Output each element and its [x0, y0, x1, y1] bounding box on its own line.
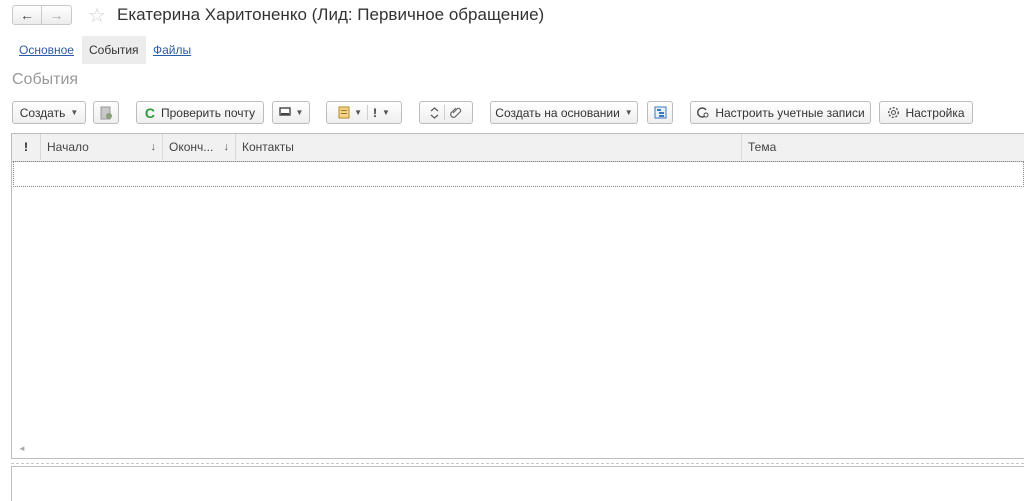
arrow-left-icon: ←: [20, 7, 34, 23]
document-gear-icon: [100, 106, 112, 119]
tab-files[interactable]: Файлы: [146, 36, 198, 64]
column-subject[interactable]: Тема: [742, 134, 1024, 160]
divider: [367, 105, 368, 120]
check-mail-button[interactable]: C Проверить почту: [136, 101, 264, 124]
sort-down-icon: ↓: [150, 141, 157, 153]
note-icon: [338, 106, 350, 119]
document-action-button[interactable]: [93, 101, 119, 124]
priority-icon: !: [373, 105, 377, 120]
configure-accounts-button[interactable]: Настроить учетные записи: [690, 101, 871, 124]
check-mail-label: Проверить почту: [160, 105, 256, 120]
table-row-focused-empty[interactable]: [13, 161, 1024, 187]
column-priority-label: !: [24, 140, 28, 154]
column-contacts[interactable]: Контакты: [236, 134, 742, 160]
structure-button[interactable]: [647, 101, 673, 124]
up-down-icon: [430, 106, 439, 119]
hierarchy-icon: [654, 106, 666, 119]
divider: [444, 105, 445, 120]
mark-priority-group[interactable]: ▼ ! ▼: [326, 101, 402, 124]
chevron-down-icon: ▼: [354, 108, 362, 117]
splitter[interactable]: [11, 463, 1024, 464]
create-based-on-button[interactable]: Создать на основании ▼: [490, 101, 638, 124]
arrow-right-icon: →: [49, 7, 64, 23]
column-subject-label: Тема: [748, 140, 777, 154]
table-header: ! Начало ↓ Оконч... ↓ Контакты Тема: [12, 134, 1024, 162]
paperclip-icon: [450, 107, 462, 118]
column-start[interactable]: Начало ↓: [41, 134, 163, 160]
monitor-icon: [278, 107, 291, 116]
move-attach-group[interactable]: [419, 101, 473, 124]
settings-label: Настройка: [905, 105, 965, 120]
column-priority[interactable]: !: [12, 134, 41, 160]
preview-panel: [11, 466, 1024, 501]
sort-down-icon: ↓: [223, 141, 230, 153]
tab-main[interactable]: Основное: [12, 36, 81, 64]
back-button[interactable]: ←: [12, 5, 42, 25]
column-end-label: Оконч...: [169, 140, 214, 154]
account-settings-icon: [697, 107, 709, 118]
create-based-label: Создать на основании: [495, 105, 620, 120]
favorite-star-icon[interactable]: ☆: [88, 3, 106, 28]
create-button[interactable]: Создать ▼: [12, 101, 86, 124]
forward-button[interactable]: →: [42, 5, 72, 25]
events-table[interactable]: ! Начало ↓ Оконч... ↓ Контакты Тема ◄: [11, 133, 1024, 459]
section-title: События: [12, 71, 79, 88]
refresh-icon: C: [144, 104, 155, 121]
column-start-label: Начало: [47, 140, 89, 154]
output-menu-button[interactable]: ▼: [272, 101, 310, 124]
gear-icon: [888, 106, 900, 119]
chevron-down-icon: ▼: [295, 108, 304, 117]
window-title: Екатерина Харитоненко (Лид: Первичное об…: [117, 5, 545, 24]
column-end[interactable]: Оконч... ↓: [163, 134, 236, 160]
create-label: Создать: [19, 105, 66, 120]
tab-events[interactable]: События: [82, 36, 146, 64]
column-contacts-label: Контакты: [242, 140, 294, 154]
chevron-down-icon: ▼: [624, 108, 633, 117]
configure-accounts-label: Настроить учетные записи: [715, 105, 865, 120]
chevron-down-icon: ▼: [70, 108, 79, 117]
chevron-down-icon: ▼: [382, 108, 390, 117]
scroll-left-icon[interactable]: ◄: [18, 444, 26, 453]
settings-button[interactable]: Настройка: [879, 101, 973, 124]
